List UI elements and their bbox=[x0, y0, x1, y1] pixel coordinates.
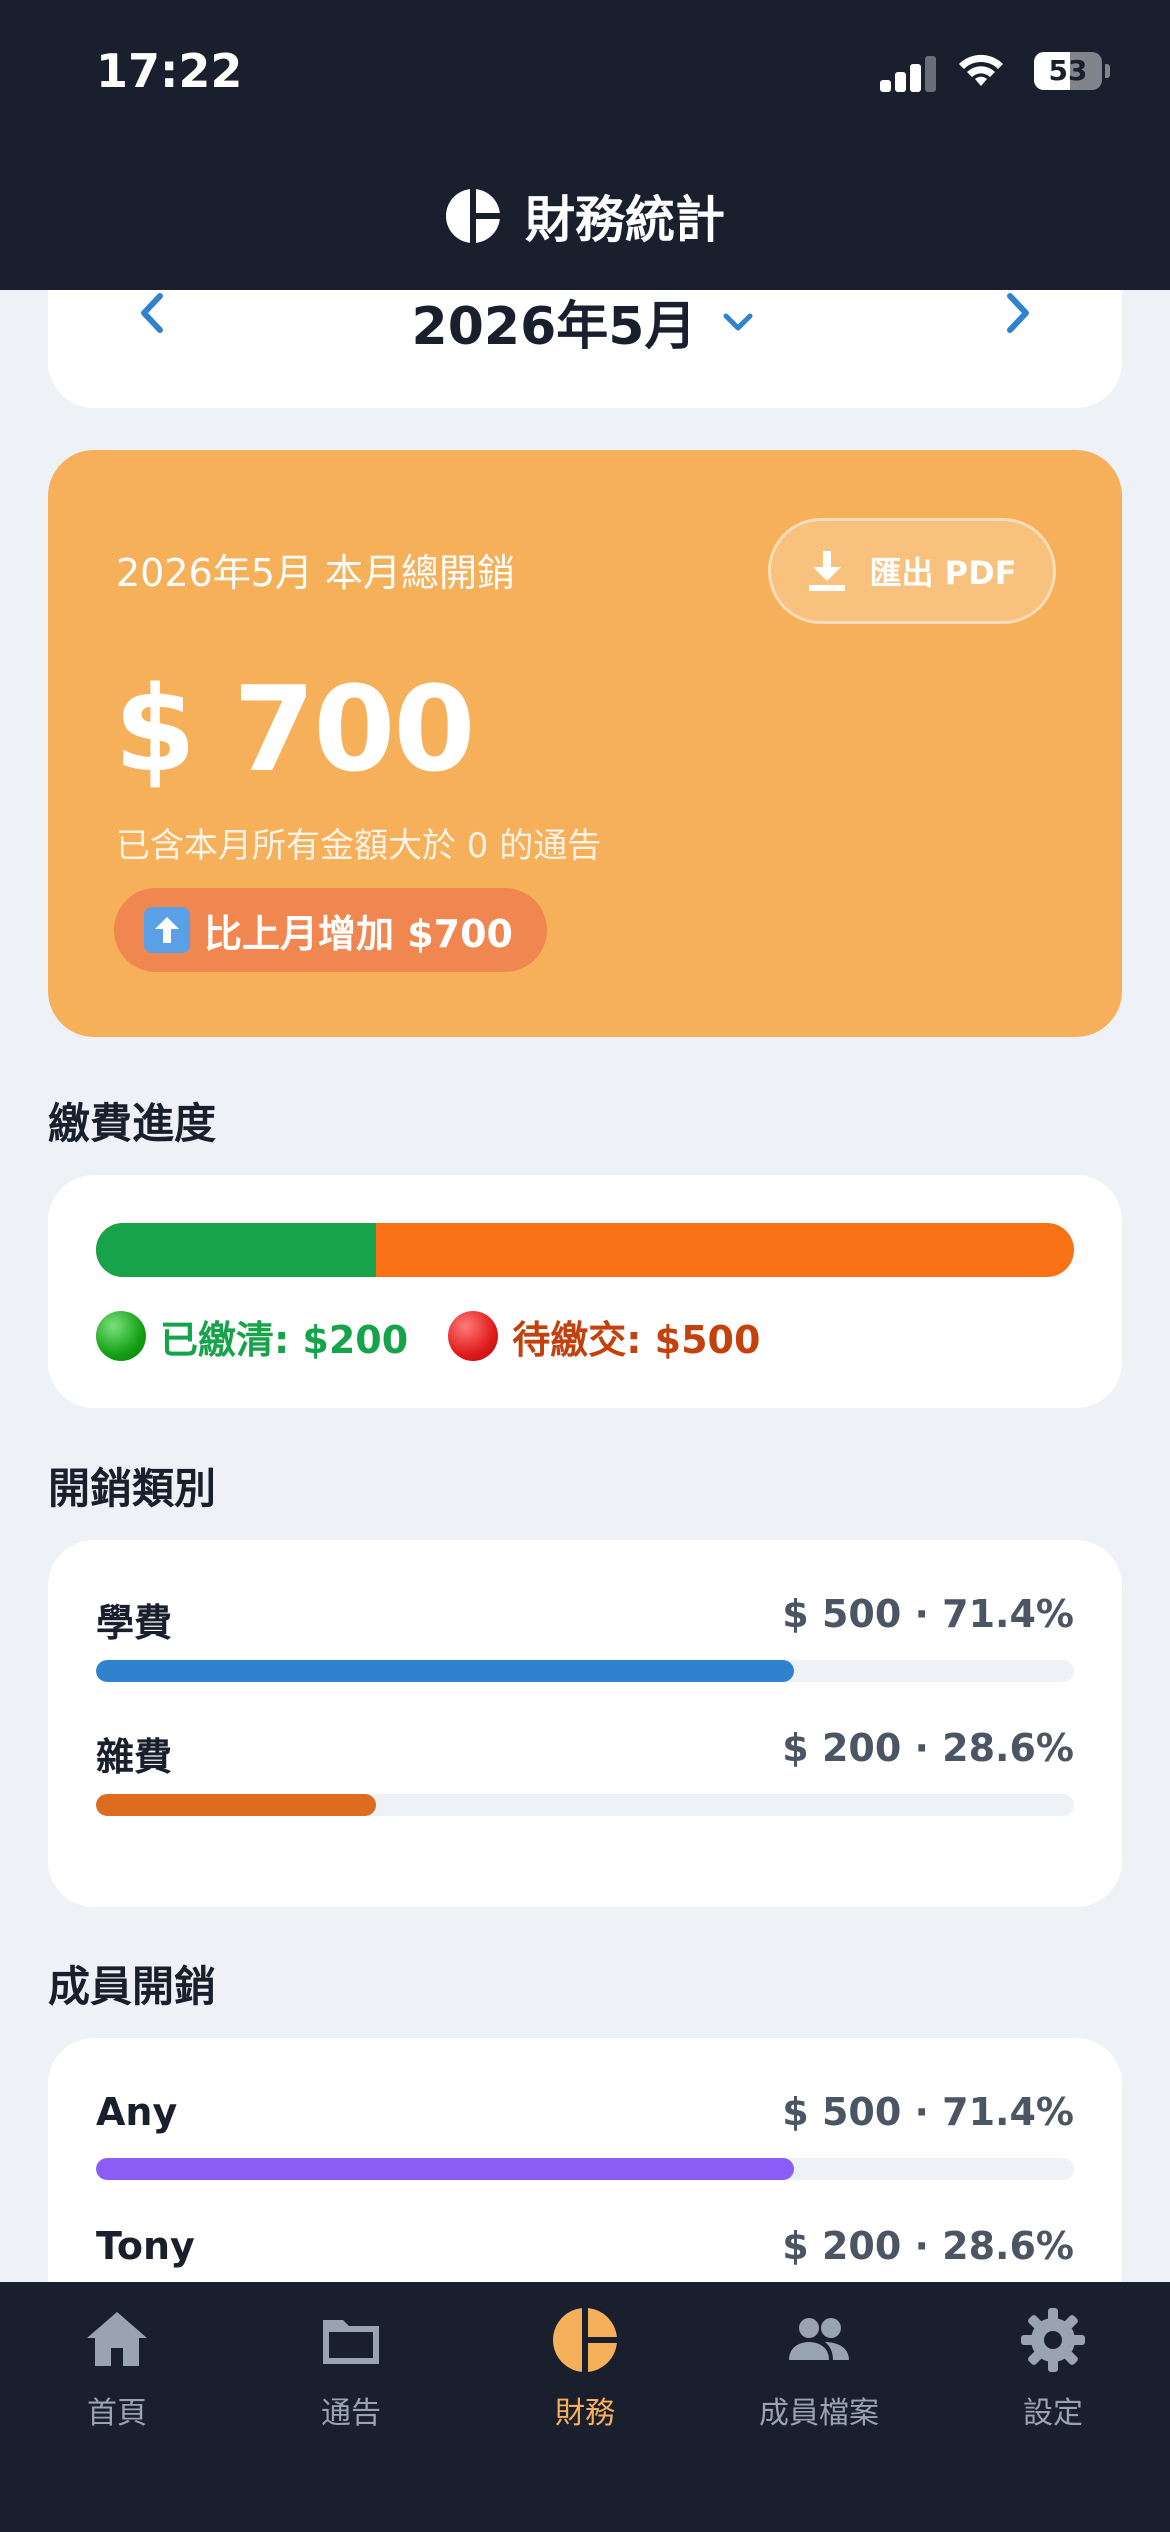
category-bar bbox=[96, 1794, 1074, 1816]
payment-progress-bar bbox=[96, 1223, 1074, 1277]
category-bar-fill bbox=[96, 1794, 376, 1816]
chevron-right-icon[interactable] bbox=[992, 288, 1042, 338]
member-name: Any bbox=[96, 2090, 178, 2134]
member-value: $ 200 · 28.6% bbox=[782, 2224, 1074, 2268]
export-pdf-button[interactable]: 匯出 PDF bbox=[768, 518, 1056, 624]
arrow-up-icon bbox=[144, 907, 190, 953]
download-icon bbox=[809, 551, 846, 591]
export-pdf-label: 匯出 PDF bbox=[869, 554, 1017, 592]
category-value: $ 200 · 28.6% bbox=[782, 1726, 1074, 1770]
red-circle-icon bbox=[448, 1311, 499, 1361]
tab-label: 財務 bbox=[555, 2396, 615, 2431]
battery-percent: 53 bbox=[1048, 54, 1088, 87]
month-label: 2026年5月 bbox=[411, 297, 697, 357]
green-circle-icon bbox=[96, 1311, 146, 1361]
wifi-icon bbox=[959, 54, 1003, 86]
signal-icon bbox=[880, 56, 938, 92]
member-bar-fill bbox=[96, 2158, 795, 2180]
tab-label: 成員檔案 bbox=[759, 2396, 879, 2431]
summary-period-label: 2026年5月 本月總開銷 bbox=[116, 551, 515, 595]
summary-note: 已含本月所有金額大於 0 的通告 bbox=[116, 826, 602, 866]
member-name: Tony bbox=[96, 2224, 195, 2268]
pie-chart-icon bbox=[553, 2306, 619, 2374]
total-amount: $ 700 bbox=[114, 660, 475, 798]
category-bar-fill bbox=[96, 1660, 795, 1682]
gear-icon bbox=[1021, 2308, 1085, 2372]
month-dropdown[interactable]: 2026年5月 bbox=[412, 284, 759, 359]
tab-home[interactable]: 首頁 bbox=[0, 2304, 234, 2454]
compare-badge: 比上月增加 $700 bbox=[114, 888, 547, 972]
chevron-down-icon bbox=[723, 313, 753, 330]
payment-legend: 已繳清: $200 待繳交: $500 bbox=[96, 1309, 760, 1363]
payment-progress-card: 已繳清: $200 待繳交: $500 bbox=[48, 1175, 1122, 1408]
category-title: 開銷類別 bbox=[48, 1464, 217, 1513]
status-time: 17:22 bbox=[96, 44, 243, 98]
category-value: $ 500 · 71.4% bbox=[782, 1592, 1074, 1636]
folder-icon bbox=[323, 2320, 379, 2364]
people-icon bbox=[789, 2318, 849, 2360]
tab-label: 首頁 bbox=[87, 2396, 147, 2431]
page-title: 財務統計 bbox=[525, 191, 725, 249]
pie-chart-icon bbox=[446, 188, 501, 244]
compare-text: 比上月增加 $700 bbox=[204, 911, 513, 956]
bottom-tab-bar: 首頁 通告 財務 成員檔案 設定 bbox=[0, 2282, 1170, 2532]
tab-label: 設定 bbox=[1023, 2396, 1083, 2431]
battery-icon: 53 bbox=[1034, 52, 1110, 90]
member-bar bbox=[96, 2158, 1074, 2180]
member-value: $ 500 · 71.4% bbox=[782, 2090, 1074, 2134]
monthly-summary-card: 2026年5月 本月總開銷 匯出 PDF $ 700 已含本月所有金額大於 0 … bbox=[48, 450, 1122, 1037]
category-card: 學費 $ 500 · 71.4% 雜費 $ 200 · 28.6% bbox=[48, 1540, 1122, 1907]
category-name: 學費 bbox=[96, 1601, 173, 1645]
tab-label: 通告 bbox=[321, 2396, 381, 2431]
home-icon bbox=[87, 2312, 147, 2366]
tab-finance[interactable]: 財務 bbox=[468, 2304, 702, 2454]
category-name: 雜費 bbox=[96, 1735, 173, 1779]
paid-amount: 已繳清: $200 bbox=[160, 1317, 409, 1362]
paid-segment bbox=[96, 1223, 376, 1277]
payment-progress-title: 繳費進度 bbox=[48, 1099, 217, 1148]
app-header: 17:22 53 財務統計 bbox=[0, 0, 1170, 290]
tab-members[interactable]: 成員檔案 bbox=[702, 2304, 936, 2454]
tab-notices[interactable]: 通告 bbox=[234, 2304, 468, 2454]
tab-settings[interactable]: 設定 bbox=[936, 2304, 1170, 2454]
member-title: 成員開銷 bbox=[48, 1962, 217, 2011]
category-bar bbox=[96, 1660, 1074, 1682]
status-icons: 53 bbox=[870, 50, 1110, 94]
due-amount: 待繳交: $500 bbox=[512, 1317, 761, 1362]
